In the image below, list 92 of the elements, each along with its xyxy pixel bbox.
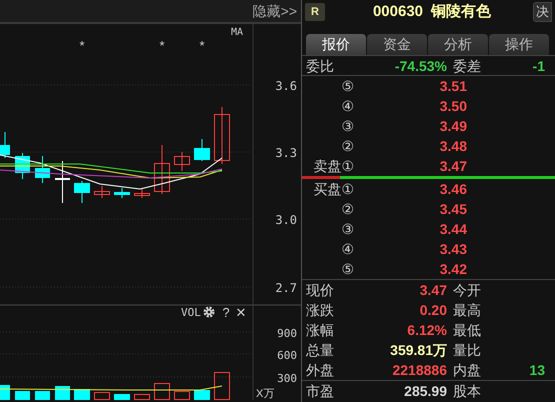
commission-ratio-value: -74.53%	[394, 57, 447, 75]
volume-bar	[35, 391, 50, 400]
tab[interactable]: 操作	[489, 34, 549, 55]
stat-value: 3.47	[418, 281, 447, 300]
stat-value: 359.81万	[389, 341, 447, 360]
volume-bar	[94, 392, 110, 400]
stat-value: 2218886	[391, 361, 447, 380]
order-price: 3.43	[438, 240, 467, 259]
volume-bar	[15, 391, 30, 400]
order-price: 3.51	[438, 77, 467, 96]
stat-label: 涨幅	[305, 321, 335, 340]
r-badge: R	[305, 2, 325, 22]
price-axis-label: 3.0	[275, 213, 297, 227]
vol-label: VOL	[181, 306, 201, 319]
order-level-label: ②	[340, 137, 354, 156]
order-level-label: ④	[340, 97, 354, 116]
order-level-label: ③	[340, 117, 354, 136]
order-level-label: ⑤	[340, 260, 354, 279]
price-axis-label: 3.3	[275, 146, 297, 160]
order-level-label: ⑤	[340, 77, 354, 96]
order-price: 3.47	[438, 157, 467, 176]
order-price: 3.49	[438, 117, 467, 136]
help-button[interactable]: ?	[222, 305, 230, 320]
decision-button[interactable]: 决	[533, 2, 552, 22]
candle	[94, 186, 110, 198]
price-axis-label: 3.6	[275, 79, 297, 93]
tab[interactable]: 分析	[428, 34, 488, 55]
marker-label: *	[79, 38, 85, 53]
stat-label: 外盘	[305, 361, 335, 380]
volume-bar	[154, 383, 170, 400]
volume-axis-label: 300	[277, 372, 297, 385]
volume-bar	[74, 389, 90, 400]
order-price: 3.44	[438, 220, 467, 239]
stat-label: 内盘	[452, 361, 482, 380]
volume-bar	[114, 394, 130, 400]
candle	[55, 160, 70, 204]
order-price: 3.46	[438, 180, 467, 199]
tab[interactable]: 资金	[367, 34, 427, 55]
candle	[174, 152, 190, 172]
order-price: 3.50	[438, 97, 467, 116]
order-level-label: ③	[340, 220, 354, 239]
order-price: 3.42	[438, 260, 467, 279]
marker-label: *	[159, 38, 165, 53]
candle	[35, 156, 50, 184]
candle	[15, 152, 30, 180]
volume-bar	[134, 394, 150, 400]
stat-label: 涨跌	[305, 301, 335, 320]
candle	[154, 144, 170, 194]
order-level-label: ②	[340, 200, 354, 219]
candle	[74, 180, 90, 204]
volume-axis-label: 600	[277, 349, 297, 362]
close-button[interactable]: ✕	[236, 305, 246, 320]
stat-value: 0.20	[418, 301, 447, 320]
stat-label: 量比	[452, 341, 482, 360]
candle	[0, 132, 10, 158]
volume-bar	[0, 385, 10, 400]
candle	[114, 188, 130, 198]
commission-ratio-label: 委比	[305, 57, 335, 75]
stat-label: 今开	[452, 281, 482, 300]
volume-bar	[194, 390, 210, 400]
volume-axis-label: 900	[277, 327, 297, 340]
price-axis-label: 2.7	[275, 281, 297, 295]
candle	[214, 106, 230, 164]
stat-label: 市盈	[305, 382, 335, 401]
stat-label: 股本	[452, 382, 482, 401]
volume-bar	[55, 386, 70, 400]
stat-value: 285.99	[403, 382, 447, 401]
stat-value: 6.12%	[406, 321, 447, 340]
volume-bar	[214, 372, 230, 400]
candle	[194, 138, 210, 162]
stat-label: 现价	[305, 281, 335, 300]
order-price: 3.45	[438, 200, 467, 219]
stat-label: 最低	[452, 321, 482, 340]
order-level-label: ④	[340, 240, 354, 259]
order-price: 3.48	[438, 137, 467, 156]
settings-icon[interactable]	[204, 306, 214, 318]
commission-diff-label: 委差	[452, 57, 482, 75]
tab[interactable]: 报价	[306, 34, 366, 55]
marker-label: *	[199, 38, 205, 53]
stat-label: 总量	[305, 341, 335, 360]
candle	[134, 188, 150, 198]
stock-code: 000630	[372, 2, 424, 22]
stat-label: 最高	[452, 301, 482, 320]
commission-diff-value: -1	[532, 57, 545, 75]
volume-unit-label: X万	[256, 388, 274, 400]
ma-label: MA	[230, 27, 243, 38]
volume-bar	[174, 391, 190, 400]
order-level-label: 卖盘①	[312, 157, 354, 176]
stat-value: 13	[528, 361, 545, 380]
order-level-label: 买盘①	[312, 180, 354, 199]
hide-button[interactable]: 隐藏>>	[248, 0, 301, 22]
stock-name: 铜陵有色	[431, 2, 492, 22]
